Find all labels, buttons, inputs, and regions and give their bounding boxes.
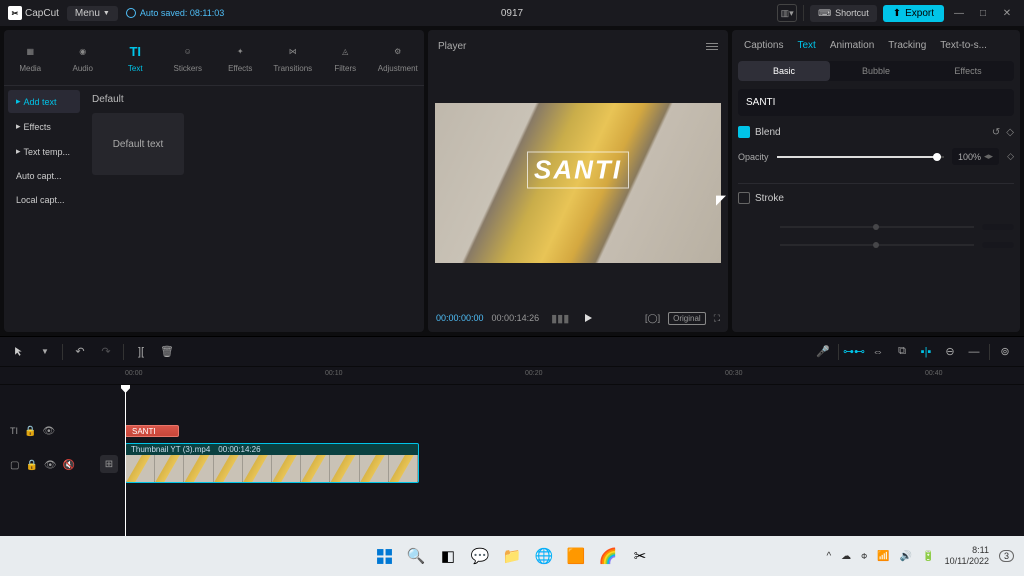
notifications-icon[interactable]: 3: [999, 550, 1014, 562]
system-clock[interactable]: 8:1110/11/2022: [945, 545, 989, 567]
search-icon[interactable]: 🔍: [402, 542, 430, 570]
pointer-tool[interactable]: [10, 343, 28, 361]
start-button[interactable]: [370, 542, 398, 570]
preview-canvas[interactable]: SANTI: [435, 103, 721, 263]
subtab-effects[interactable]: Effects: [922, 61, 1014, 81]
text-clip[interactable]: SANTI: [125, 425, 179, 437]
player-menu-icon[interactable]: [706, 43, 718, 50]
video-clip[interactable]: Thumbnail YT (3).mp400:00:14:26: [125, 443, 419, 483]
timecode-total: 00:00:14:26: [492, 313, 540, 323]
wifi-icon[interactable]: 📶: [877, 551, 889, 562]
edge-icon[interactable]: 🌐: [530, 542, 558, 570]
tray-chevron-icon[interactable]: ^: [826, 551, 831, 562]
link-icon[interactable]: ⇔: [869, 343, 887, 361]
layout-icon[interactable]: ▥▾: [777, 4, 797, 22]
sidebar-item-auto-captions[interactable]: Auto capt...: [8, 165, 80, 187]
mouse-cursor: ◤: [716, 192, 726, 208]
app-logo: ✂ CapCut: [8, 6, 59, 20]
redo-button[interactable]: ↷: [97, 343, 115, 361]
capcut-taskbar-icon[interactable]: ✂: [626, 542, 654, 570]
tab-adjustment[interactable]: ⚙Adjustment: [372, 30, 425, 85]
reset-icon[interactable]: ↺: [992, 127, 1000, 138]
magnet-icon[interactable]: ⊶⊷: [845, 343, 863, 361]
zoom-fit-icon[interactable]: ⊚: [996, 343, 1014, 361]
rtab-tts[interactable]: Text-to-s...: [934, 36, 993, 55]
delete-tool[interactable]: 🗑: [158, 343, 176, 361]
timeline-ruler[interactable]: 00:00 00:10 00:20 00:30 00:40: [0, 367, 1024, 385]
export-button[interactable]: ⬆ Export: [883, 5, 944, 22]
split-tool[interactable]: ]​[: [132, 343, 150, 361]
taskview-icon[interactable]: ◧: [434, 542, 462, 570]
opacity-label: Opacity: [738, 152, 769, 162]
blend-checkbox[interactable]: [738, 126, 750, 138]
menu-button[interactable]: Menu▼: [67, 6, 118, 21]
quality-badge[interactable]: Original: [668, 312, 706, 325]
mute-icon[interactable]: 🔇: [63, 460, 75, 471]
opacity-value[interactable]: 100%◂▸: [952, 148, 999, 165]
text-track-icon: TI: [10, 426, 18, 436]
window-minimize[interactable]: —: [950, 4, 968, 22]
preview-toggle-icon[interactable]: ▪|▪: [917, 343, 935, 361]
volume-icon[interactable]: 🔊: [900, 551, 912, 562]
tab-effects[interactable]: ✦Effects: [214, 30, 267, 85]
fullscreen-icon[interactable]: ⛶: [714, 313, 720, 324]
chat-icon[interactable]: 💬: [466, 542, 494, 570]
tab-filters[interactable]: ◬Filters: [319, 30, 372, 85]
sidebar-item-add-text[interactable]: ▸Add text: [8, 90, 80, 113]
zoom-slider-icon[interactable]: —: [965, 343, 983, 361]
sidebar-item-effects[interactable]: ▸Effects: [8, 115, 80, 138]
onedrive-icon[interactable]: ☁: [841, 551, 851, 562]
text-content-input[interactable]: SANTI: [738, 89, 1014, 116]
shortcut-button[interactable]: ⌨ Shortcut: [810, 5, 877, 22]
blend-label: Blend: [755, 127, 781, 138]
app1-icon[interactable]: 🟧: [562, 542, 590, 570]
lock-icon[interactable]: 🔒: [25, 460, 37, 471]
tab-media[interactable]: ▦Media: [4, 30, 57, 85]
subtab-bubble[interactable]: Bubble: [830, 61, 922, 81]
sidebar-item-text-templates[interactable]: ▸Text temp...: [8, 140, 80, 163]
mic-icon[interactable]: 🎤: [814, 343, 832, 361]
project-title: 0917: [501, 8, 523, 19]
tab-text[interactable]: TIText: [109, 30, 162, 85]
subtab-basic[interactable]: Basic: [738, 61, 830, 81]
window-maximize[interactable]: □: [974, 4, 992, 22]
video-track-icon: ▢: [10, 460, 19, 471]
timecode-current: 00:00:00:00: [436, 313, 484, 323]
rtab-tracking[interactable]: Tracking: [882, 36, 932, 55]
play-button[interactable]: [585, 314, 592, 322]
tab-stickers[interactable]: ☺Stickers: [162, 30, 215, 85]
default-text-thumbnail[interactable]: Default text: [92, 113, 184, 175]
asset-tabs: ▦Media ◉Audio TIText ☺Stickers ✦Effects …: [4, 30, 424, 86]
stroke-checkbox[interactable]: [738, 192, 750, 204]
tab-transitions[interactable]: ⋈Transitions: [267, 30, 320, 85]
rtab-captions[interactable]: Captions: [738, 36, 789, 55]
lock-icon[interactable]: 🔒: [24, 426, 36, 437]
opacity-slider[interactable]: [777, 156, 944, 158]
rtab-text[interactable]: Text: [791, 36, 821, 55]
sidebar-item-local-captions[interactable]: Local capt...: [8, 189, 80, 211]
visibility-icon[interactable]: 👁: [42, 426, 55, 437]
language-indicator[interactable]: Ф: [861, 552, 867, 561]
zoom-out-icon[interactable]: ⊖: [941, 343, 959, 361]
playhead[interactable]: [125, 385, 126, 536]
autosave-status: Auto saved: 08:11:03: [126, 8, 224, 18]
chrome-icon[interactable]: 🌈: [594, 542, 622, 570]
content-header: Default: [92, 94, 416, 105]
keyframe-icon[interactable]: ◇: [1006, 127, 1014, 138]
scale-icon[interactable]: [◯]: [645, 313, 660, 324]
explorer-icon[interactable]: 📁: [498, 542, 526, 570]
undo-button[interactable]: ↶: [71, 343, 89, 361]
dropdown-icon[interactable]: ▼: [36, 343, 54, 361]
chain-icon[interactable]: ⧉: [893, 343, 911, 361]
opacity-keyframe-icon[interactable]: ◇: [1007, 151, 1014, 162]
visibility-icon[interactable]: 👁: [44, 460, 57, 471]
battery-icon[interactable]: 🔋: [922, 551, 934, 562]
stroke-label: Stroke: [755, 193, 784, 204]
window-close[interactable]: ✕: [998, 4, 1016, 22]
tab-audio[interactable]: ◉Audio: [57, 30, 110, 85]
rtab-animation[interactable]: Animation: [824, 36, 880, 55]
text-overlay[interactable]: SANTI: [527, 152, 629, 189]
player-title: Player: [438, 41, 466, 52]
